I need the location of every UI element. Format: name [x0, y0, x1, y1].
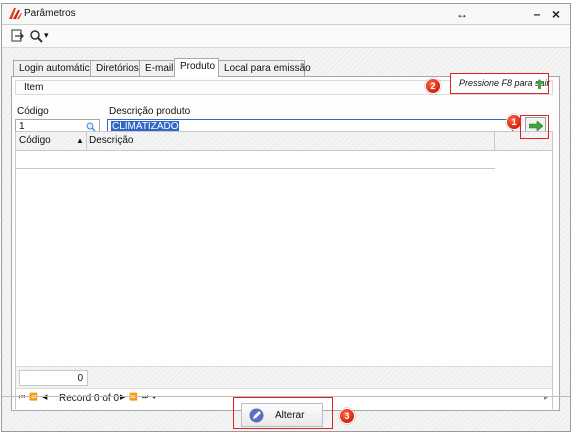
- produto-panel: Item 2 Pressione F8 para sair Código Des…: [11, 73, 560, 411]
- scroll-right-icon[interactable]: ▸: [544, 393, 548, 402]
- tab-local-emissao[interactable]: Local para emissão: [218, 60, 311, 76]
- record-indicator: Record 0 of 0: [59, 393, 120, 404]
- title-bar: Parâmetros ↔ – ×: [2, 4, 570, 25]
- item-group-header: Item 2 Pressione F8 para sair: [15, 73, 553, 95]
- tab-login-automatico[interactable]: Login automático: [13, 60, 95, 76]
- window-title: Parâmetros: [24, 8, 76, 19]
- app-logo-icon: [9, 8, 22, 19]
- products-grid: Código ▲ Descrição 0 ⏮ ⏪ ◀ Record 0 of 0…: [15, 131, 553, 409]
- callout-badge-1: 1: [506, 114, 522, 130]
- chevron-down-icon[interactable]: ▾: [44, 30, 49, 41]
- nav-next-buttons[interactable]: ▶ ⏩ ⏭ ◂: [120, 393, 156, 402]
- restore-button[interactable]: ↔: [453, 5, 471, 23]
- column-header-codigo[interactable]: Código: [19, 135, 51, 146]
- callout-badge-2: 2: [425, 78, 441, 94]
- f8-hint-box[interactable]: Pressione F8 para sair: [450, 73, 550, 94]
- arrow-up-icon: [535, 79, 544, 89]
- column-divider: [494, 132, 495, 150]
- parametros-window: Parâmetros ↔ – × ▾ Login automático Dire…: [1, 3, 571, 432]
- tab-produto[interactable]: Produto: [174, 58, 219, 77]
- tab-diretorios[interactable]: Diretórios: [90, 60, 140, 76]
- group-title: Item: [24, 82, 44, 93]
- record-count: 0: [19, 370, 88, 386]
- content-area: Login automático Diretórios E-mail Produ…: [2, 48, 570, 431]
- alterar-button[interactable]: Alterar: [241, 403, 323, 427]
- grid-summary-bar: 0: [16, 366, 552, 389]
- arrow-right-icon: [529, 121, 543, 131]
- column-header-descricao[interactable]: Descrição: [89, 135, 133, 146]
- code-label: Código: [17, 106, 49, 117]
- exit-icon[interactable]: [11, 28, 24, 44]
- close-button[interactable]: ×: [547, 5, 565, 23]
- minimize-button[interactable]: –: [528, 5, 546, 23]
- nav-first-buttons[interactable]: ⏮ ⏪ ◀: [19, 393, 48, 402]
- tab-email[interactable]: E-mail: [139, 60, 175, 76]
- description-label: Descrição produto: [109, 106, 191, 117]
- callout-badge-3: 3: [339, 408, 355, 424]
- sort-ascending-icon: ▲: [76, 136, 84, 145]
- grid-header: Código ▲ Descrição: [16, 132, 552, 151]
- grid-row-separator: [16, 168, 495, 169]
- edit-icon: [249, 408, 264, 423]
- footer-divider: [2, 396, 570, 397]
- alterar-label: Alterar: [275, 410, 305, 421]
- column-divider: [86, 132, 87, 150]
- toolbar: ▾: [2, 25, 570, 48]
- search-icon[interactable]: [29, 28, 43, 44]
